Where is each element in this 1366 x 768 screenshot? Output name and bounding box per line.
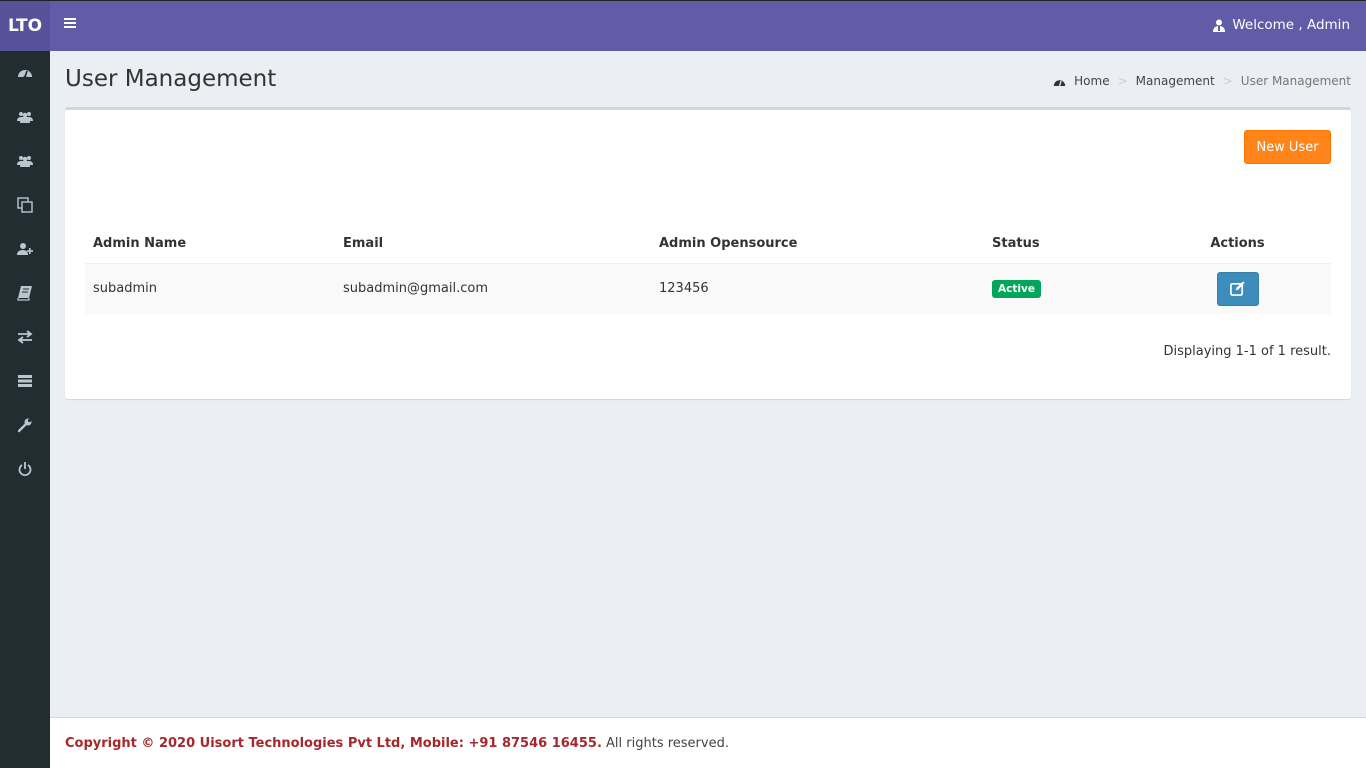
breadcrumb: Home > Management > User Management bbox=[1053, 74, 1351, 88]
footer: Copyright © 2020 Uisort Technologies Pvt… bbox=[50, 717, 1366, 768]
user-plus-icon bbox=[17, 243, 33, 255]
sidebar-item-dashboard[interactable] bbox=[0, 51, 50, 95]
users-icon bbox=[17, 112, 33, 123]
table-row: subadmin subadmin@gmail.com 123456 Activ… bbox=[85, 263, 1331, 314]
sidebar-item-settings[interactable] bbox=[0, 403, 50, 447]
dashboard-icon bbox=[1053, 79, 1066, 86]
breadcrumb-current: User Management bbox=[1240, 74, 1351, 88]
edit-icon bbox=[1230, 281, 1245, 297]
welcome-text: Welcome , Admin bbox=[1232, 17, 1350, 33]
users-group-icon bbox=[17, 156, 33, 167]
sidebar-item-server[interactable] bbox=[0, 359, 50, 403]
footer-copyright: Copyright © 2020 Uisort Technologies Pvt… bbox=[65, 736, 602, 751]
sidebar-item-users[interactable] bbox=[0, 95, 50, 139]
results-summary: Displaying 1-1 of 1 result. bbox=[1163, 344, 1332, 359]
server-icon bbox=[18, 375, 32, 387]
app-logo[interactable]: LTO bbox=[0, 1, 50, 51]
sidebar-toggle-button[interactable] bbox=[64, 18, 78, 32]
breadcrumb-management[interactable]: Management bbox=[1136, 74, 1215, 88]
clone-icon bbox=[17, 197, 33, 213]
sidebar-item-book[interactable] bbox=[0, 271, 50, 315]
cell-admin-name: subadmin bbox=[85, 263, 335, 314]
column-header-admin-name[interactable]: Admin Name bbox=[85, 225, 335, 264]
wrench-icon bbox=[17, 418, 32, 433]
edit-button[interactable] bbox=[1216, 271, 1259, 306]
column-header-actions: Actions bbox=[1144, 225, 1331, 264]
hamburger-icon-line bbox=[64, 26, 76, 28]
sidebar-item-logout[interactable] bbox=[0, 447, 50, 491]
sidebar bbox=[0, 51, 50, 768]
power-icon bbox=[18, 462, 32, 476]
status-badge: Active bbox=[992, 279, 1041, 298]
hamburger-icon-line bbox=[64, 22, 76, 24]
cell-email: subadmin@gmail.com bbox=[335, 263, 651, 314]
cell-status: Active bbox=[984, 263, 1144, 314]
user-table: Admin Name Email Admin Opensource Status… bbox=[85, 225, 1331, 314]
main-content: User Management Home > Management > User… bbox=[50, 51, 1366, 717]
cell-admin-opensource: 123456 bbox=[651, 263, 984, 314]
breadcrumb-home[interactable]: Home bbox=[1074, 74, 1109, 88]
sidebar-item-add-user[interactable] bbox=[0, 227, 50, 271]
dashboard-icon bbox=[18, 70, 32, 79]
breadcrumb-separator: > bbox=[1117, 74, 1128, 88]
page-title: User Management bbox=[65, 66, 277, 92]
user-menu[interactable]: Welcome , Admin bbox=[1213, 17, 1350, 33]
column-header-email[interactable]: Email bbox=[335, 225, 651, 264]
sidebar-item-groups[interactable] bbox=[0, 139, 50, 183]
sidebar-item-clone[interactable] bbox=[0, 183, 50, 227]
hamburger-icon bbox=[64, 18, 76, 20]
cell-actions bbox=[1144, 263, 1331, 314]
top-navbar: LTO Welcome , Admin bbox=[0, 0, 1366, 51]
sidebar-item-transactions[interactable] bbox=[0, 315, 50, 359]
new-user-button[interactable]: New User bbox=[1244, 130, 1331, 164]
column-header-status[interactable]: Status bbox=[984, 225, 1144, 264]
book-icon bbox=[17, 286, 32, 301]
footer-rights: All rights reserved. bbox=[601, 736, 729, 751]
breadcrumb-separator: > bbox=[1222, 74, 1233, 88]
user-list-box: New User Admin Name Email Admin Opensour… bbox=[65, 107, 1351, 399]
exchange-icon bbox=[17, 330, 33, 344]
table-header-row: Admin Name Email Admin Opensource Status… bbox=[85, 225, 1331, 264]
column-header-admin-opensource[interactable]: Admin Opensource bbox=[651, 225, 984, 264]
user-tie-icon bbox=[1213, 19, 1226, 32]
